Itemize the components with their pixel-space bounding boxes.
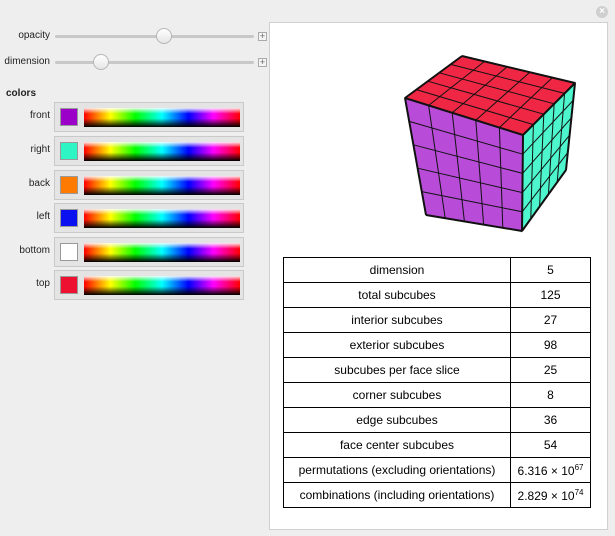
stat-value: 25 [510,357,591,383]
color-swatch-right[interactable] [60,142,78,160]
color-label-left: left [36,211,50,222]
color-picker-left[interactable] [54,203,244,233]
stat-value: 36 [510,407,591,433]
dimension-slider-handle[interactable] [92,54,109,70]
color-row-left: left [0,203,270,233]
stat-label: permutations (excluding orientations) [283,457,511,483]
color-label-right: right [30,144,50,155]
color-label-back: back [28,178,50,189]
rubiks-cube-graphic[interactable] [400,50,580,240]
dimension-control: dimension + [0,54,268,71]
color-picker-front[interactable] [54,102,244,132]
stat-value: 98 [510,332,591,358]
color-picker-bottom[interactable] [54,237,244,267]
color-swatch-back[interactable] [60,176,78,194]
color-swatch-bottom[interactable] [60,243,78,261]
stat-label: total subcubes [283,282,511,308]
dimension-label: dimension [4,56,50,67]
opacity-expand-icon[interactable]: + [258,32,267,41]
close-icon[interactable]: × [596,6,608,18]
stat-label: face center subcubes [283,432,511,458]
opacity-control: opacity + [0,28,268,45]
colors-section-label: colors [6,88,37,99]
color-label-bottom: bottom [19,245,50,256]
stat-value: 54 [510,432,591,458]
color-swatch-top[interactable] [60,276,78,294]
opacity-slider-handle[interactable] [156,28,173,44]
stat-label: subcubes per face slice [283,357,511,383]
color-row-bottom: bottom [0,237,270,267]
stat-value-exponent: 74 [574,487,584,497]
stat-value: 125 [510,282,591,308]
stat-label: dimension [283,257,511,283]
color-swatch-left[interactable] [60,209,78,227]
stat-value-exponent: 67 [574,462,584,472]
stat-value: 2.829 × 1074 [510,482,591,508]
table-row: combinations (including orientations) 2.… [283,482,591,508]
stat-value: 5 [510,257,591,283]
table-row: total subcubes 125 [283,282,591,308]
cube-stats-table: dimension 5 total subcubes 125 interior … [283,257,591,508]
stat-label: edge subcubes [283,407,511,433]
color-picker-top[interactable] [54,270,244,300]
cube-edge [521,134,524,232]
color-label-top: top [36,278,50,289]
color-row-right: right [0,136,270,166]
table-row: interior subcubes 27 [283,307,591,333]
color-spectrum-back[interactable] [84,176,240,195]
stat-value: 27 [510,307,591,333]
stat-value: 8 [510,382,591,408]
color-spectrum-left[interactable] [84,209,240,228]
dimension-slider[interactable] [55,54,254,70]
stat-value: 6.316 × 1067 [510,457,591,483]
opacity-label: opacity [18,30,50,41]
stat-value-mantissa: 6.316 × 10 [517,463,575,478]
color-swatch-front[interactable] [60,108,78,126]
stat-label: exterior subcubes [283,332,511,358]
color-picker-back[interactable] [54,170,244,200]
color-row-front: front [0,102,270,132]
dimension-expand-icon[interactable]: + [258,58,267,67]
stat-label: combinations (including orientations) [283,482,511,508]
color-spectrum-top[interactable] [84,276,240,295]
table-row: permutations (excluding orientations) 6.… [283,457,591,483]
stat-label: corner subcubes [283,382,511,408]
color-row-back: back [0,170,270,200]
table-row: dimension 5 [283,257,591,283]
stat-value-mantissa: 2.829 × 10 [517,488,575,503]
color-label-front: front [29,110,50,121]
color-picker-right[interactable] [54,136,244,166]
table-row: face center subcubes 54 [283,432,591,458]
color-row-top: top [0,270,270,300]
opacity-slider[interactable] [55,28,254,44]
color-spectrum-right[interactable] [84,142,240,161]
table-row: exterior subcubes 98 [283,332,591,358]
color-spectrum-bottom[interactable] [84,243,240,262]
table-row: edge subcubes 36 [283,407,591,433]
color-spectrum-front[interactable] [84,108,240,127]
table-row: corner subcubes 8 [283,382,591,408]
table-row: subcubes per face slice 25 [283,357,591,383]
stat-label: interior subcubes [283,307,511,333]
